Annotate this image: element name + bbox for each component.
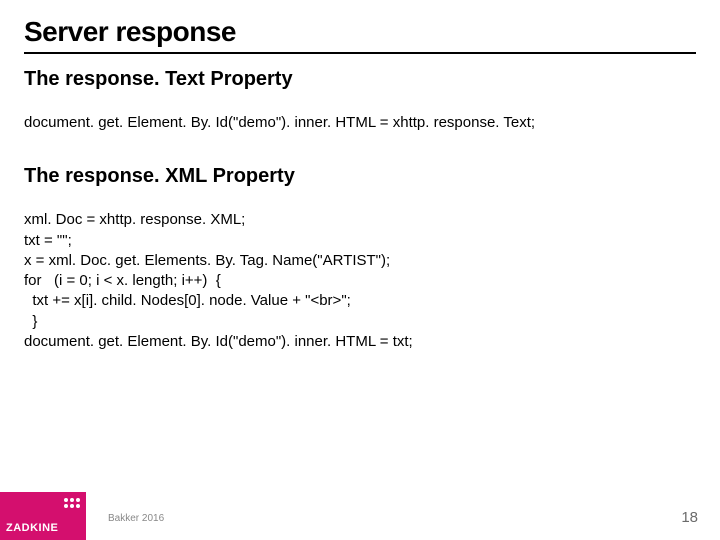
code-line: x = xml. Doc. get. Elements. By. Tag. Na… bbox=[24, 251, 696, 271]
footer: ZADKINE Bakker 2016 18 bbox=[0, 492, 720, 540]
section2-code: xml. Doc = xhttp. response. XML; txt = "… bbox=[24, 210, 696, 352]
slide-title: Server response bbox=[24, 16, 696, 54]
dots-icon bbox=[64, 498, 80, 508]
author-text: Bakker 2016 bbox=[108, 513, 164, 524]
logo-badge: ZADKINE bbox=[0, 492, 86, 540]
code-line: txt += x[i]. child. Nodes[0]. node. Valu… bbox=[24, 291, 696, 311]
code-line: document. get. Element. By. Id("demo"). … bbox=[24, 332, 696, 352]
logo-text: ZADKINE bbox=[6, 522, 58, 534]
code-line: for (i = 0; i < x. length; i++) { bbox=[24, 271, 696, 291]
code-line: xml. Doc = xhttp. response. XML; bbox=[24, 210, 696, 230]
section2-heading: The response. XML Property bbox=[24, 165, 696, 188]
page-number: 18 bbox=[681, 509, 698, 526]
section1-code: document. get. Element. By. Id("demo"). … bbox=[24, 113, 696, 133]
code-line: } bbox=[24, 312, 696, 332]
section1-heading: The response. Text Property bbox=[24, 68, 696, 91]
code-line: txt = ""; bbox=[24, 231, 696, 251]
